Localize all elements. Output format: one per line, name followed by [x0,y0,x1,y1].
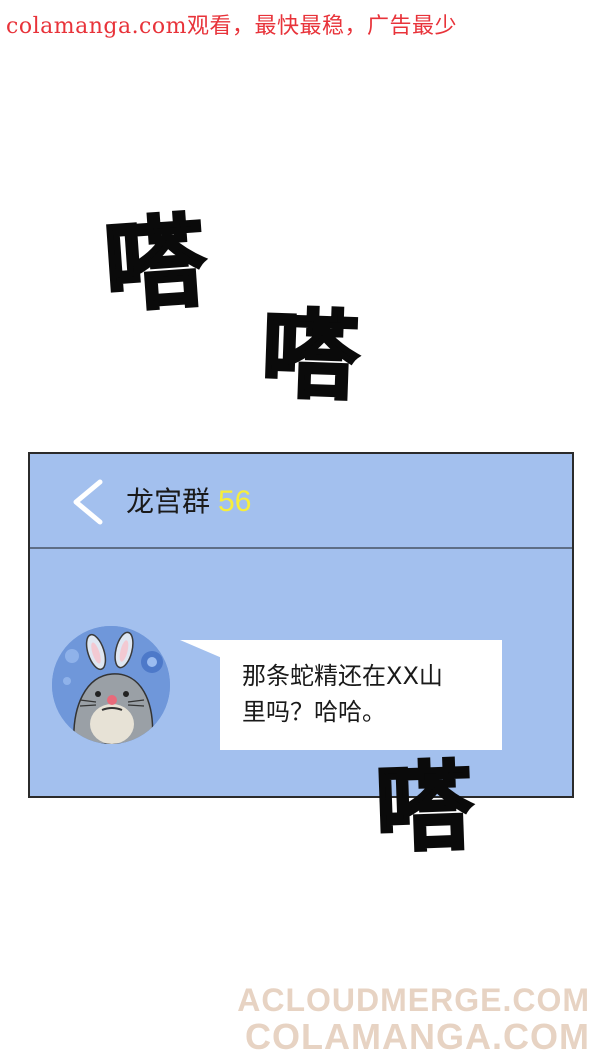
message-bubble[interactable]: 那条蛇精还在XX山 里吗？哈哈。 [220,640,502,750]
top-watermark: colamanga.com观看，最快最稳，广告最少 [6,14,457,39]
sound-effect-1: 嗒 [100,201,211,328]
message-line-2: 里吗？哈哈。 [242,698,386,726]
chat-screen: 龙宫群 56 那条蛇精还在XX山 里吗？哈哈。 [28,452,574,798]
group-name: 龙宫群 [126,485,211,518]
chat-title: 龙宫群 56 [126,480,251,520]
avatar[interactable] [52,626,170,744]
chevron-left-icon[interactable] [68,478,108,526]
sound-effect-3: 嗒 [373,749,476,867]
message-line-1: 那条蛇精还在XX山 [242,662,443,690]
watermark-line-2: COLAMANGA.COM [245,1015,590,1057]
watermark-line-1: ACLOUDMERGE.COM [237,982,590,1018]
chat-header: 龙宫群 56 [30,454,572,549]
sound-effect-2: 嗒 [259,297,362,415]
bottom-watermark: ACLOUDMERGE.COM COLAMANGA.COM [237,982,590,1057]
rabbit-seal-avatar-icon [52,626,170,744]
member-count: 56 [218,485,252,518]
bubble-tail [180,640,222,658]
